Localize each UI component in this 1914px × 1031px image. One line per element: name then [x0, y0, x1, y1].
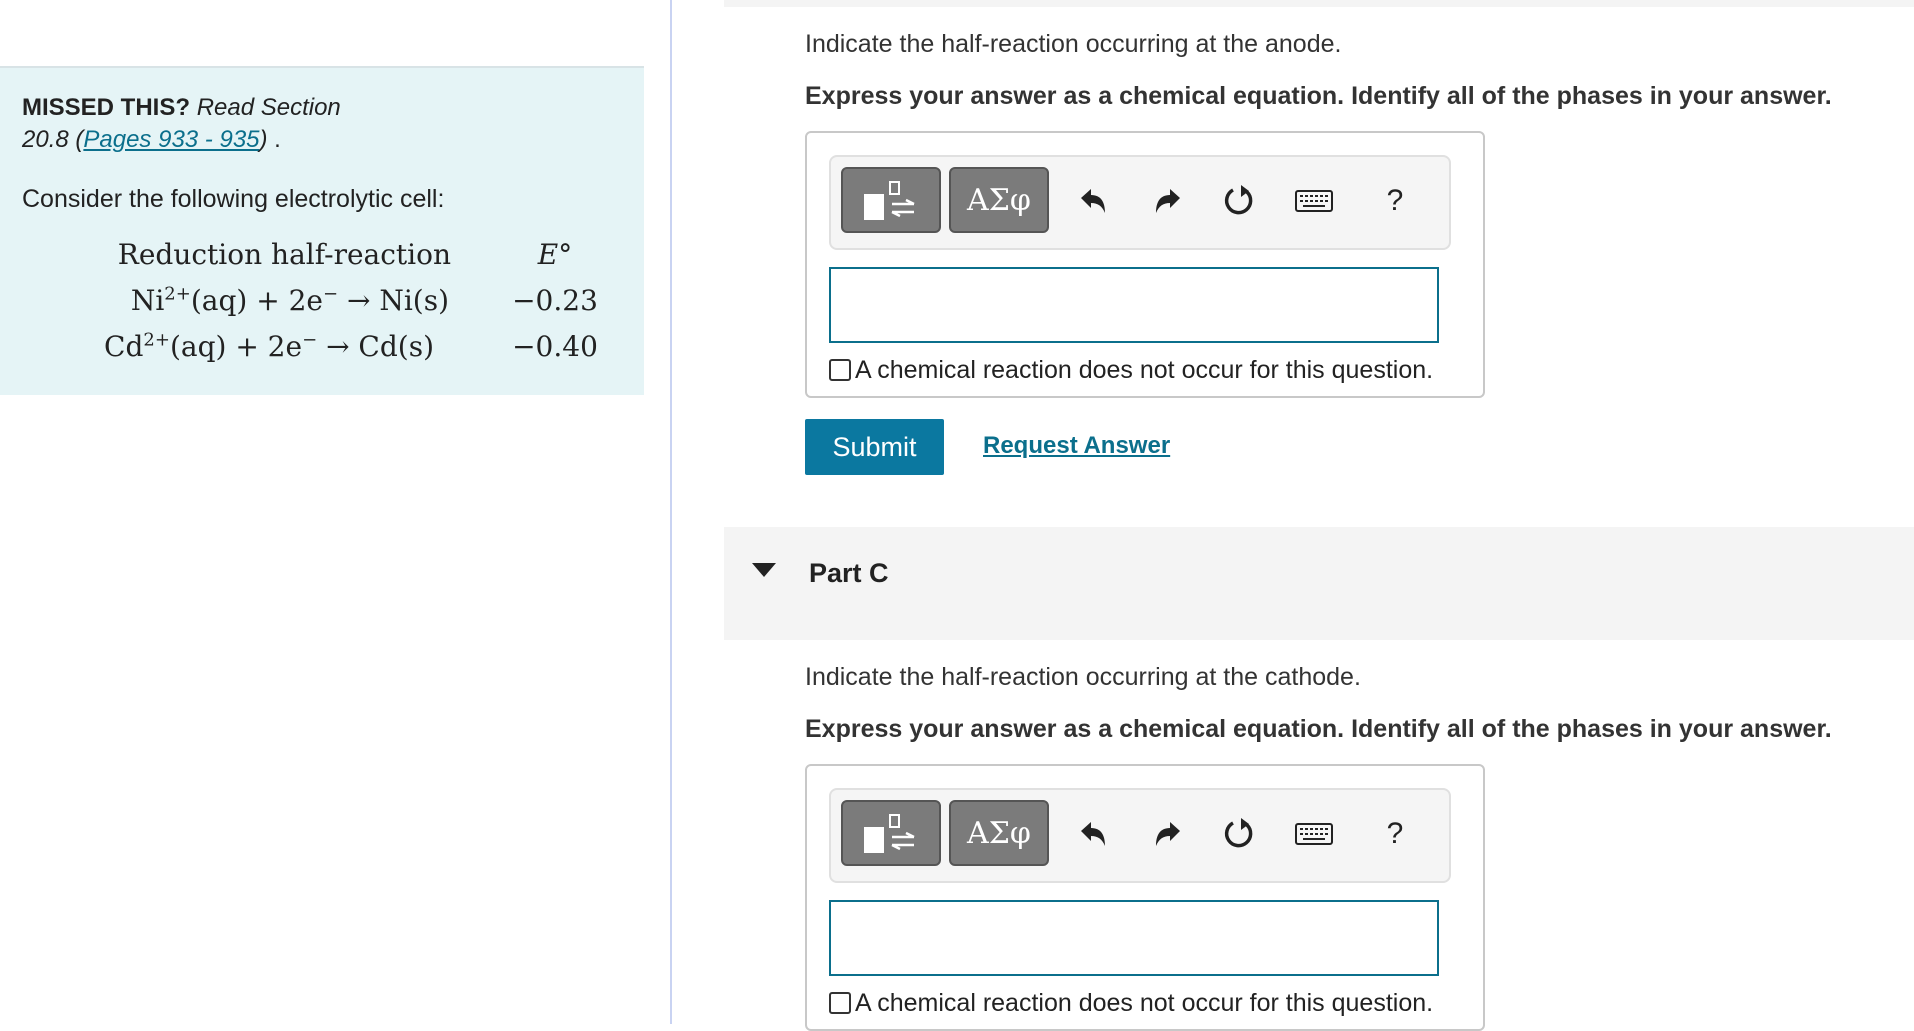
- section-number: 20.8 (: [22, 126, 84, 153]
- help-icon[interactable]: ?: [1375, 179, 1415, 223]
- consider-text: Consider the following electrolytic cell…: [22, 185, 445, 213]
- reset-icon[interactable]: [1219, 179, 1259, 223]
- undo-icon[interactable]: [1073, 179, 1113, 223]
- read-section-text: Read Section: [196, 94, 341, 121]
- help-icon[interactable]: ?: [1375, 812, 1415, 856]
- e-value-cd: −0.40: [512, 330, 598, 363]
- reaction-cd: Cd2+(aq) + 2e− → Cd(s): [104, 329, 434, 363]
- header-reduction: Reduction half-reaction: [117, 238, 451, 271]
- math-toolbar: ΑΣφ ?: [829, 788, 1451, 883]
- header-e-standard: E°: [537, 238, 573, 271]
- keyboard-icon[interactable]: [1293, 812, 1335, 856]
- missed-this-panel: MISSED THIS? Read Section 20.8 (Pages 93…: [0, 66, 644, 395]
- part-c-header[interactable]: Part C: [724, 527, 1914, 640]
- redo-icon[interactable]: [1148, 179, 1188, 223]
- part-b-answer-input[interactable]: [829, 267, 1439, 343]
- redo-icon[interactable]: [1148, 812, 1188, 856]
- part-b-prompt: Indicate the half-reaction occurring at …: [805, 30, 1342, 58]
- submit-button[interactable]: Submit: [805, 419, 944, 475]
- keyboard-icon[interactable]: [1293, 179, 1335, 223]
- part-b-no-reaction[interactable]: A chemical reaction does not occur for t…: [829, 355, 1433, 385]
- templates-icon: [864, 814, 915, 853]
- missed-this-label: MISSED THIS?: [22, 94, 191, 121]
- reaction-ni: Ni2+(aq) + 2e− → Ni(s): [130, 283, 449, 317]
- part-c-prompt: Indicate the half-reaction occurring at …: [805, 663, 1361, 691]
- math-toolbar: ΑΣφ ?: [829, 155, 1451, 250]
- greek-letters-button[interactable]: ΑΣφ: [949, 167, 1049, 233]
- templates-button[interactable]: [841, 167, 941, 233]
- part-c-no-reaction[interactable]: A chemical reaction does not occur for t…: [829, 988, 1433, 1018]
- greek-letters-button[interactable]: ΑΣφ: [949, 800, 1049, 866]
- collapse-caret-icon[interactable]: [752, 563, 776, 577]
- no-reaction-checkbox[interactable]: [829, 992, 851, 1014]
- no-reaction-checkbox[interactable]: [829, 359, 851, 381]
- missed-this-note: MISSED THIS? Read Section 20.8 (Pages 93…: [22, 92, 542, 156]
- undo-icon[interactable]: [1073, 812, 1113, 856]
- top-header-strip: [724, 0, 1914, 7]
- section-period: .: [267, 126, 281, 153]
- part-c-answer-box: ΑΣφ ? A chemical reaction does not occur…: [805, 764, 1485, 1031]
- part-b-answer-box: ΑΣφ ? A chemical reaction does not occur…: [805, 131, 1485, 398]
- templates-icon: [864, 181, 915, 220]
- part-c-instruction: Express your answer as a chemical equati…: [805, 715, 1832, 743]
- request-answer-link[interactable]: Request Answer: [983, 432, 1170, 460]
- e-value-ni: −0.23: [512, 284, 598, 317]
- part-b-instruction: Express your answer as a chemical equati…: [805, 82, 1832, 110]
- part-c-answer-input[interactable]: [829, 900, 1439, 976]
- no-reaction-label: A chemical reaction does not occur for t…: [855, 355, 1434, 384]
- reset-icon[interactable]: [1219, 812, 1259, 856]
- no-reaction-label: A chemical reaction does not occur for t…: [855, 988, 1434, 1017]
- column-divider: [670, 0, 672, 1024]
- pages-link[interactable]: Pages 933 - 935: [83, 126, 259, 153]
- part-c-title: Part C: [809, 558, 889, 588]
- templates-button[interactable]: [841, 800, 941, 866]
- section-close-paren: ): [259, 126, 268, 153]
